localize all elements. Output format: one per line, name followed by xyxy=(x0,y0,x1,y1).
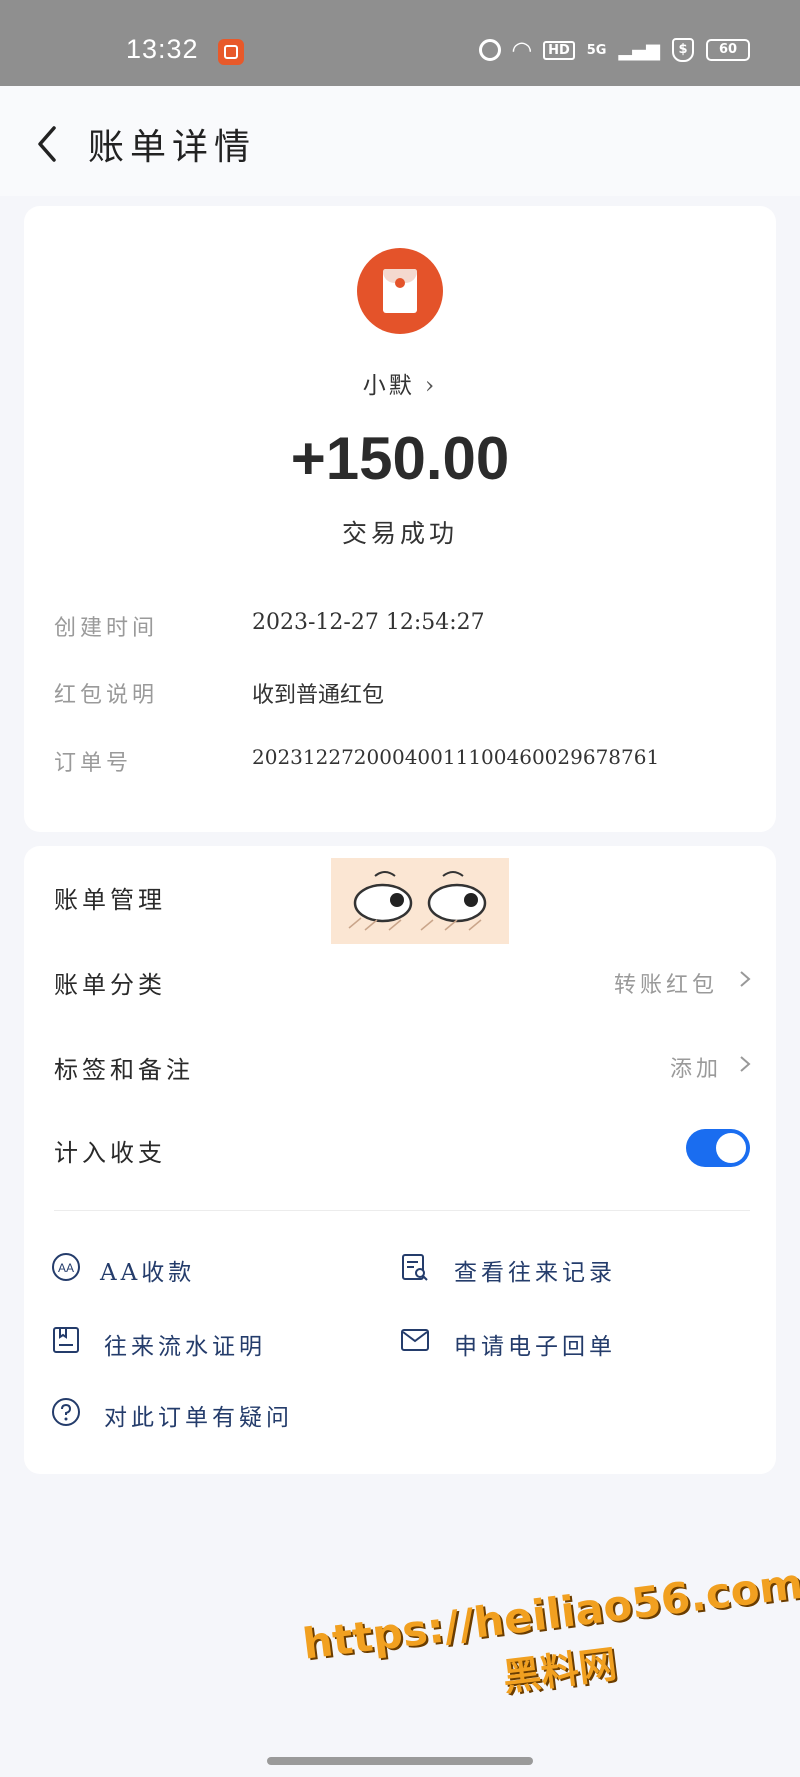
chevron-right-icon xyxy=(740,971,751,987)
include-in-budget-toggle[interactable] xyxy=(686,1129,750,1167)
e-receipt-label: 申请电子回单 xyxy=(454,1334,616,1360)
payer-name: 小默 xyxy=(362,373,415,399)
coin-icon xyxy=(395,278,405,288)
red-packet-note-label: 红包说明 xyxy=(54,683,159,708)
order-number-label: 订单号 xyxy=(54,751,133,776)
order-question-label: 对此订单有疑问 xyxy=(104,1405,293,1431)
document-icon xyxy=(53,1327,79,1353)
bill-category-label: 账单分类 xyxy=(54,971,166,999)
tags-notes-value: 添加 xyxy=(670,1057,723,1082)
aa-collect-label: AA收款 xyxy=(100,1260,196,1286)
status-icons: ◠ HD 5G ▂▄▆ $ 60 xyxy=(478,36,750,64)
divider xyxy=(54,1210,750,1211)
watermark: https://heiliao56.com 黑料网 xyxy=(300,1559,800,1726)
transaction-status: 交易成功 xyxy=(341,519,458,548)
view-history-label: 查看往来记录 xyxy=(454,1260,616,1286)
status-time: 13:32 xyxy=(126,34,199,64)
app-notification-icon xyxy=(218,39,244,65)
order-number-value: 20231227200040011100460029678761 xyxy=(252,745,660,769)
document-search-icon xyxy=(402,1254,428,1281)
signal-icon: ▂▄▆ xyxy=(618,39,660,61)
svg-text:AA: AA xyxy=(58,1261,74,1275)
status-bar: 13:32 ◠ HD 5G ▂▄▆ $ 60 xyxy=(0,0,800,86)
tags-notes-label: 标签和备注 xyxy=(54,1056,194,1084)
payer-link[interactable]: 小默 › xyxy=(0,366,800,400)
back-arrow-icon[interactable] xyxy=(30,124,70,164)
red-packet-avatar xyxy=(357,248,443,334)
network-5g-label: 5G xyxy=(586,42,607,58)
shield-icon: $ xyxy=(672,38,694,62)
created-time-value: 2023-12-27 12:54:27 xyxy=(252,610,485,635)
amount: +150.00 xyxy=(290,425,510,492)
hd-badge: HD xyxy=(543,40,575,60)
home-indicator[interactable] xyxy=(267,1757,533,1765)
created-time-label: 创建时间 xyxy=(54,616,159,641)
eyes-sticker xyxy=(331,858,509,944)
page-title: 账单详情 xyxy=(88,127,257,168)
wifi-icon: ◠ xyxy=(512,36,532,64)
mail-icon xyxy=(401,1329,429,1351)
bill-management-title: 账单管理 xyxy=(54,886,166,914)
battery-icon: 60 xyxy=(706,39,750,61)
flow-proof-label: 往来流水证明 xyxy=(104,1334,266,1360)
bill-category-value: 转账红包 xyxy=(614,973,719,998)
toggle-knob xyxy=(716,1133,746,1163)
help-icon xyxy=(52,1398,80,1426)
red-packet-note-value: 收到普通红包 xyxy=(252,683,385,708)
red-packet-icon xyxy=(383,269,417,313)
include-in-budget-label: 计入收支 xyxy=(54,1139,166,1167)
chevron-right-icon xyxy=(740,1056,751,1072)
aa-icon: AA xyxy=(52,1253,80,1281)
alarm-icon xyxy=(478,39,501,61)
chevron-right-icon: › xyxy=(425,373,438,399)
